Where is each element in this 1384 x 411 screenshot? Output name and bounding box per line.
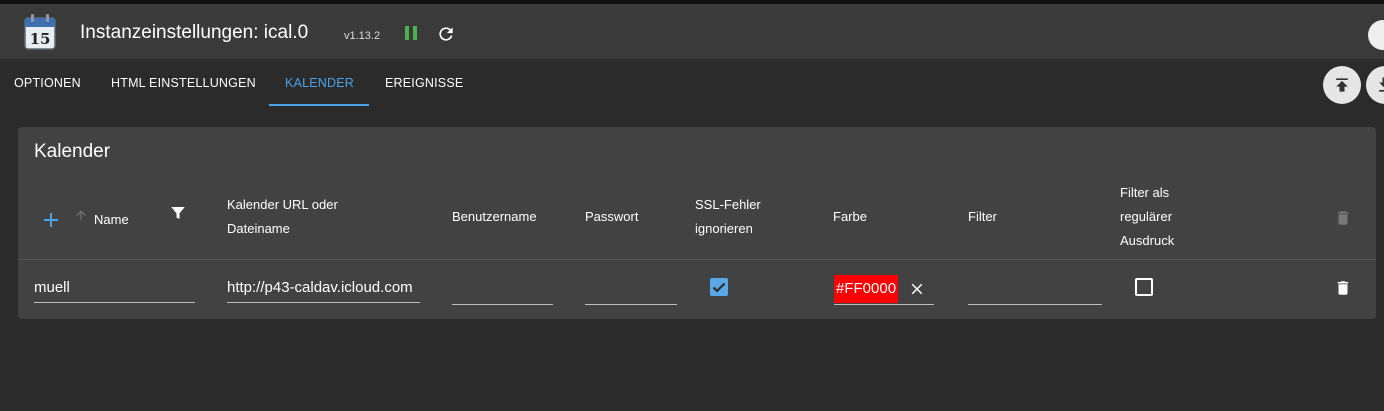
regex-checkbox[interactable] xyxy=(1135,278,1153,296)
calendar-panel: Kalender Name Kalender URL oder Dateinam… xyxy=(18,127,1376,319)
column-header-color: Farbe xyxy=(833,209,867,224)
color-value-chip: #FF0000 xyxy=(834,275,899,303)
upload-button[interactable] xyxy=(1323,66,1361,104)
column-header-ssl: SSL-Fehler ignorieren xyxy=(695,197,761,236)
password-field[interactable] xyxy=(585,275,677,305)
header-separator xyxy=(18,259,1376,260)
column-header-username: Benutzername xyxy=(452,209,537,224)
tab-bar: OPTIONEN HTML EINSTELLUNGEN KALENDER ERE… xyxy=(0,60,1384,108)
column-header-name[interactable]: Name xyxy=(94,208,129,232)
corner-action-button[interactable] xyxy=(1368,20,1384,50)
clear-icon[interactable] xyxy=(908,280,926,303)
column-header-password: Passwort xyxy=(585,209,639,224)
version-label: v1.13.2 xyxy=(344,30,381,42)
filter-field[interactable] xyxy=(968,275,1102,305)
checkbox-icon xyxy=(712,282,726,293)
delete-all-icon xyxy=(1334,208,1352,233)
active-tab-indicator xyxy=(269,104,369,106)
tab-ereignisse[interactable]: EREIGNISSE xyxy=(385,60,463,106)
ssl-ignore-checkbox[interactable] xyxy=(710,278,728,296)
calendar-logo-icon: 15 xyxy=(24,13,56,51)
page-title: Instanzeinstellungen: ical.0 xyxy=(80,22,309,43)
tab-kalender[interactable]: KALENDER xyxy=(285,60,354,106)
username-field[interactable] xyxy=(452,275,553,305)
download-icon xyxy=(1379,77,1384,92)
tab-html-einstellungen[interactable]: HTML EINSTELLUNGEN xyxy=(111,60,256,106)
sort-arrow-icon[interactable] xyxy=(74,208,88,227)
filter-icon[interactable] xyxy=(169,204,187,227)
add-icon[interactable] xyxy=(42,211,60,234)
panel-title: Kalender xyxy=(34,141,111,162)
tab-optionen[interactable]: OPTIONEN xyxy=(14,60,81,106)
column-header-url: Kalender URL oder Dateiname xyxy=(227,197,338,236)
pause-icon[interactable] xyxy=(402,24,420,42)
app-header: 15 Instanzeinstellungen: ical.0 v1.13.2 xyxy=(0,4,1384,60)
delete-icon[interactable] xyxy=(1334,278,1352,303)
column-header-regex: Filter als regulärer Ausdruck xyxy=(1120,185,1175,248)
reload-icon[interactable] xyxy=(436,24,456,44)
name-field[interactable]: muell xyxy=(34,273,195,303)
svg-text:15: 15 xyxy=(30,30,51,48)
url-field[interactable]: http://p43-caldav.icloud.com xyxy=(227,273,420,303)
upload-icon xyxy=(1336,78,1348,92)
column-header-filter: Filter xyxy=(968,209,997,224)
